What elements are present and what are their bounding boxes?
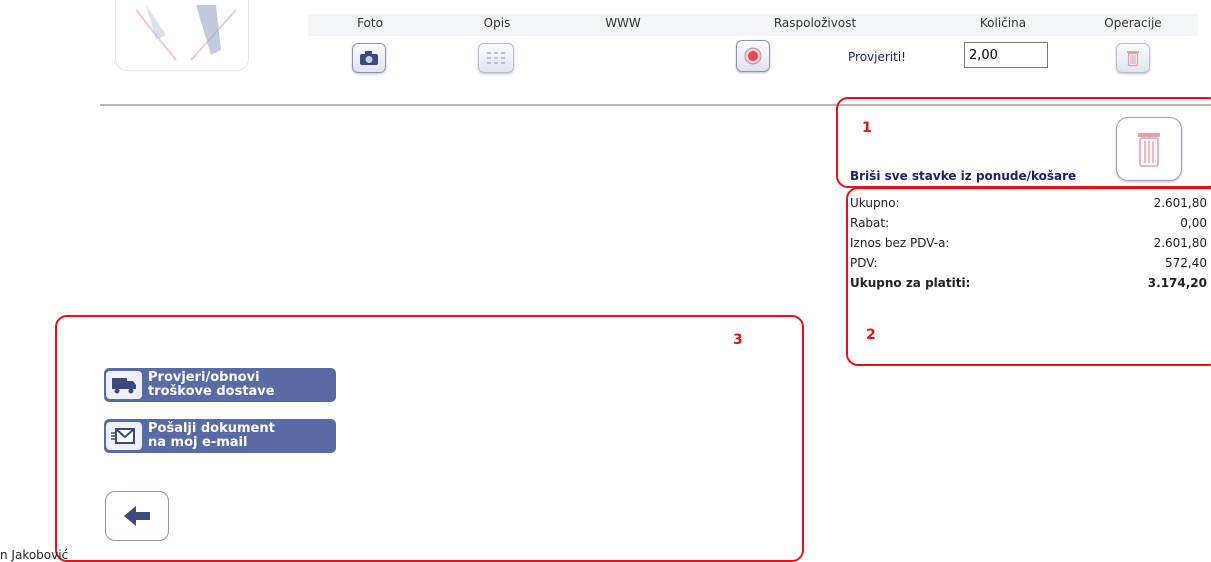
update-shipping-button[interactable]: Provjeri/obnovi troškove dostave — [104, 368, 336, 402]
totals-label: Iznos bez PDV-a: — [850, 236, 950, 250]
column-foto: Foto — [357, 16, 383, 30]
annotation-label-2: 2 — [866, 327, 876, 343]
totals-row: Ukupno: 2.601,80 — [850, 193, 1207, 213]
totals-row: Rabat: 0,00 — [850, 213, 1207, 233]
status-light-icon — [744, 47, 762, 65]
grand-total-row: Ukupno za platiti: 3.174,20 — [850, 273, 1207, 293]
update-shipping-label-2: troškove dostave — [148, 384, 275, 399]
totals-value: 572,40 — [1165, 256, 1207, 270]
check-availability-link[interactable]: Provjeriti! — [848, 50, 906, 64]
photo-button[interactable] — [352, 43, 386, 73]
truck-icon — [106, 371, 142, 399]
product-image — [115, 0, 249, 71]
totals-value: 2.601,80 — [1153, 196, 1207, 210]
no-image-icon — [135, 5, 237, 61]
totals-table: Ukupno: 2.601,80 Rabat: 0,00 Iznos bez P… — [850, 193, 1207, 293]
delete-row-button[interactable] — [1116, 43, 1150, 73]
update-shipping-label: Provjeri/obnovi — [148, 370, 260, 385]
annotation-label-3: 3 — [733, 332, 743, 348]
send-email-button[interactable]: Pošalji dokument na moj e-mail — [104, 419, 336, 453]
column-opis: Opis — [483, 16, 511, 30]
annotation-label-1: 1 — [862, 120, 872, 136]
totals-row: Iznos bez PDV-a: 2.601,80 — [850, 233, 1207, 253]
table-header — [308, 14, 1198, 36]
send-email-label-2: na moj e-mail — [148, 435, 248, 450]
totals-label: Rabat: — [850, 216, 890, 230]
grand-total-label: Ukupno za platiti: — [850, 276, 971, 290]
column-raspolozivost: Raspoloživost — [773, 16, 857, 30]
column-operacije: Operacije — [1104, 16, 1162, 30]
availability-button[interactable] — [736, 40, 770, 72]
trash-icon — [1127, 51, 1139, 67]
column-kolicina: Količina — [979, 16, 1027, 30]
description-button[interactable] — [478, 43, 514, 73]
camera-icon — [360, 51, 378, 65]
delete-all-label[interactable]: Briši sve stavke iz ponude/košare — [850, 169, 1076, 183]
trash-icon — [1138, 133, 1160, 167]
grid-icon — [487, 52, 505, 64]
grand-total-value: 3.174,20 — [1147, 276, 1207, 290]
column-www: WWW — [605, 16, 641, 30]
back-button[interactable] — [105, 491, 169, 541]
back-arrow-icon — [124, 506, 150, 526]
author-name: n Jakobović — [0, 548, 69, 562]
email-icon — [106, 422, 142, 450]
quantity-field[interactable] — [964, 42, 1048, 68]
delete-all-button[interactable] — [1116, 117, 1182, 181]
totals-value: 0,00 — [1180, 216, 1207, 230]
totals-label: PDV: — [850, 256, 878, 270]
totals-value: 2.601,80 — [1153, 236, 1207, 250]
totals-label: Ukupno: — [850, 196, 900, 210]
send-email-label: Pošalji dokument — [148, 421, 275, 436]
totals-row: PDV: 572,40 — [850, 253, 1207, 273]
